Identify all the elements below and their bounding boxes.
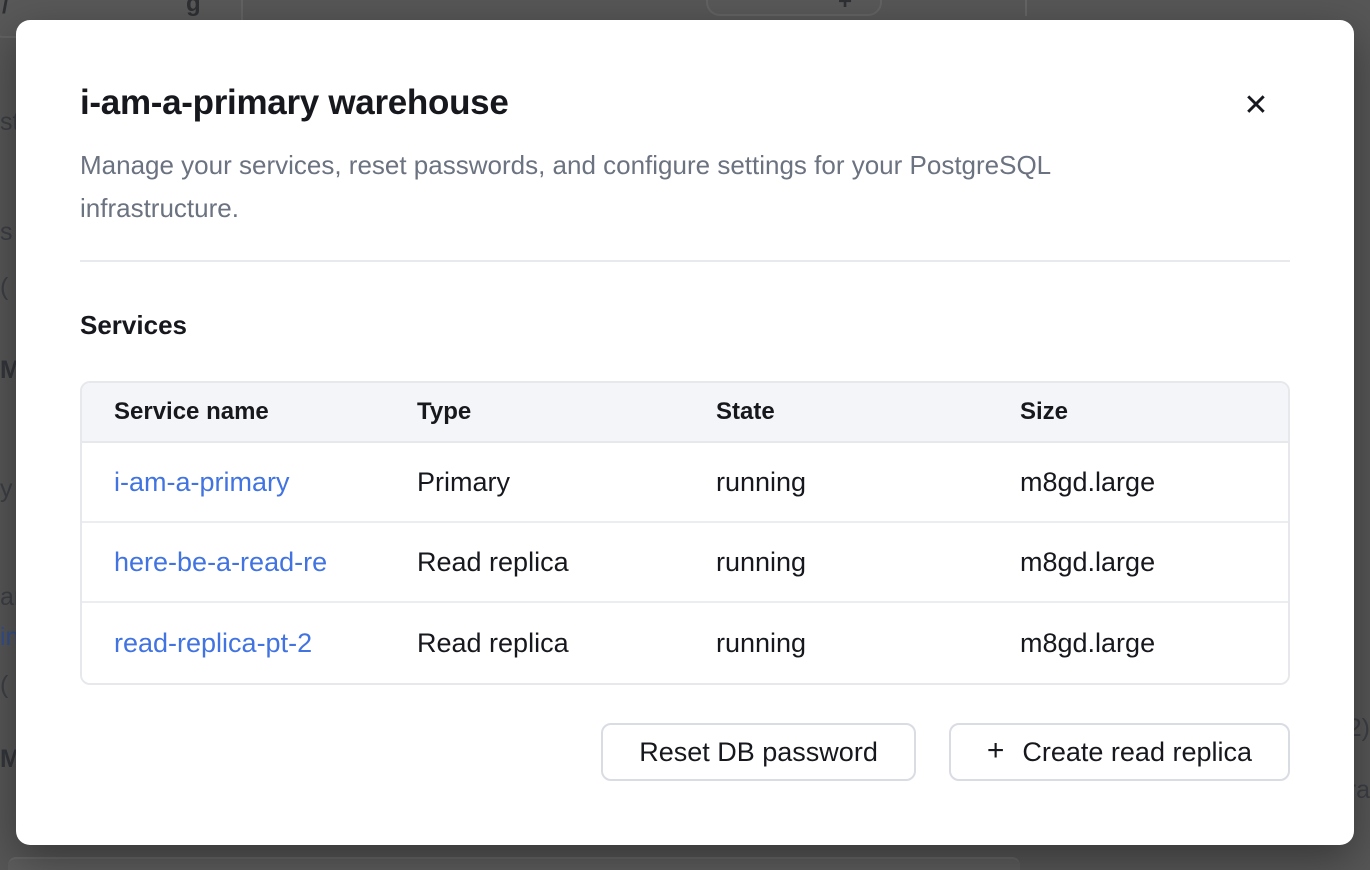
cell-type: Read replica <box>385 523 684 601</box>
close-icon[interactable]: ✕ <box>1234 84 1278 128</box>
service-name-link[interactable]: i-am-a-primary <box>114 467 290 498</box>
background-glyph: / <box>2 0 9 20</box>
background-panel-edge <box>8 857 1020 870</box>
services-heading: Services <box>80 310 1290 341</box>
table-row: i-am-a-primary Primary running m8gd.larg… <box>82 443 1288 523</box>
plus-icon: + <box>987 736 1005 766</box>
background-button-center <box>706 0 882 16</box>
reset-db-password-label: Reset DB password <box>639 737 878 768</box>
cell-state: running <box>684 603 988 683</box>
background-text-fragment: y <box>0 477 13 502</box>
column-header-type: Type <box>385 383 684 441</box>
background-text-fragment: ( <box>0 275 8 300</box>
cell-size: m8gd.large <box>988 523 1288 601</box>
background-glyph: + <box>838 0 852 16</box>
column-header-state: State <box>684 383 988 441</box>
cell-service-name: here-be-a-read-re <box>82 523 385 601</box>
column-header-service-name: Service name <box>82 383 385 441</box>
service-name-link[interactable]: here-be-a-read-re <box>114 547 327 578</box>
cell-service-name: read-replica-pt-2 <box>82 603 385 683</box>
cell-service-name: i-am-a-primary <box>82 443 385 521</box>
dialog-actions: Reset DB password + Create read replica <box>80 723 1290 781</box>
cell-size: m8gd.large <box>988 603 1288 683</box>
dialog-title: i-am-a-primary warehouse <box>80 82 1290 124</box>
cell-state: running <box>684 443 988 521</box>
reset-db-password-button[interactable]: Reset DB password <box>601 723 916 781</box>
dialog-description: Manage your services, reset passwords, a… <box>80 144 1210 230</box>
background-text-fragment: s <box>0 220 13 245</box>
create-read-replica-button[interactable]: + Create read replica <box>949 723 1290 781</box>
cell-type: Read replica <box>385 603 684 683</box>
background-glyph: g <box>186 0 201 18</box>
service-name-link[interactable]: read-replica-pt-2 <box>114 628 312 659</box>
background-divider-line <box>1025 0 1027 16</box>
header-divider <box>80 260 1290 262</box>
cell-state: running <box>684 523 988 601</box>
warehouse-dialog: ✕ i-am-a-primary warehouse Manage your s… <box>16 20 1354 845</box>
cell-size: m8gd.large <box>988 443 1288 521</box>
column-header-size: Size <box>988 383 1288 441</box>
cell-type: Primary <box>385 443 684 521</box>
table-row: read-replica-pt-2 Read replica running m… <box>82 603 1288 683</box>
services-table: Service name Type State Size i-am-a-prim… <box>80 381 1290 685</box>
table-header-row: Service name Type State Size <box>82 383 1288 443</box>
table-body: i-am-a-primary Primary running m8gd.larg… <box>82 443 1288 683</box>
create-read-replica-label: Create read replica <box>1022 737 1252 768</box>
background-text-fragment: ( <box>0 673 8 698</box>
table-row: here-be-a-read-re Read replica running m… <box>82 523 1288 603</box>
